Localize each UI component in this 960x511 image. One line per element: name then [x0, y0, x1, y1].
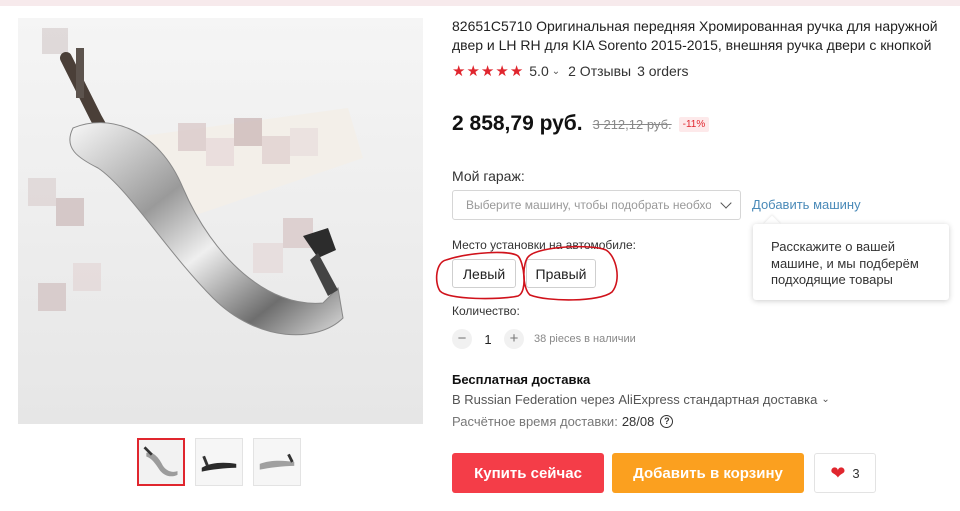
discount-badge: -11% — [678, 116, 710, 132]
option-left-button[interactable]: Левый — [452, 259, 516, 288]
thumbnail-1[interactable] — [137, 438, 185, 486]
thumbnail-2[interactable] — [195, 438, 243, 486]
orders-count: 3 orders — [637, 63, 689, 79]
increase-button[interactable]: + — [504, 329, 524, 349]
shipping-route[interactable]: В Russian Federation через AliExpress ст… — [452, 392, 830, 407]
garage-label: Мой гараж: — [452, 168, 525, 184]
decrease-button[interactable]: − — [452, 329, 472, 349]
star-icon: ★ — [452, 62, 466, 80]
thumbnail-3[interactable] — [253, 438, 301, 486]
rating-stars: ★ ★ ★ ★ ★ — [452, 64, 523, 79]
delivery-time: Расчётное время доставки: 28/08 ? — [452, 414, 674, 429]
garage-select[interactable]: Выберите машину, чтобы подобрать необход — [452, 190, 741, 220]
buy-now-button[interactable]: Купить сейчас — [452, 453, 604, 493]
star-icon: ★ — [509, 62, 524, 80]
shipping-title: Бесплатная доставка — [452, 372, 591, 387]
product-main-image[interactable] — [18, 18, 423, 424]
garage-select-placeholder: Выберите машину, чтобы подобрать необход — [466, 198, 711, 212]
quantity-stepper: − 1 + 38 pieces в наличии — [452, 328, 636, 350]
question-circle-icon[interactable]: ? — [660, 415, 674, 428]
delivery-time-label: Расчётное время доставки: — [452, 414, 618, 429]
wishlist-count: 3 — [852, 465, 860, 481]
old-price: 3 212,12 руб. — [592, 116, 672, 132]
reviews-link[interactable]: 2 Отзывы — [568, 63, 631, 79]
add-to-cart-button[interactable]: Добавить в корзину — [612, 453, 804, 493]
top-strip — [0, 0, 960, 6]
price-row: 2 858,79 руб. 3 212,12 руб. -11% — [452, 112, 710, 136]
quantity-value[interactable]: 1 — [472, 332, 504, 347]
rating-row: ★ ★ ★ ★ ★ 5.0 ⌄ 2 Отзывы 3 orders — [452, 62, 688, 80]
add-car-link[interactable]: Добавить машину — [752, 197, 861, 212]
garage-tooltip: Расскажите о вашей машине, и мы подберём… — [753, 224, 949, 300]
current-price: 2 858,79 руб. — [452, 112, 583, 135]
shipping-route-text: В Russian Federation через AliExpress ст… — [452, 392, 818, 407]
star-icon: ★ — [466, 62, 480, 80]
wishlist-button[interactable]: ❤ 3 — [814, 453, 876, 493]
stock-count: 38 pieces в наличии — [534, 333, 636, 345]
thumbnail-strip — [137, 438, 301, 486]
star-icon: ★ — [495, 62, 509, 80]
rating-value[interactable]: 5.0 — [529, 63, 548, 79]
chevron-down-icon[interactable]: ⌄ — [552, 66, 560, 77]
delivery-time-value: 28/08 — [621, 414, 655, 429]
chevron-down-icon — [720, 197, 732, 209]
heart-icon: ❤ — [830, 463, 846, 483]
install-position-label: Место установки на автомобиле: — [452, 238, 637, 252]
chevron-down-icon[interactable]: ⌄ — [821, 394, 829, 405]
quantity-label: Количество: — [452, 304, 520, 318]
star-icon: ★ — [480, 62, 495, 80]
option-right-button[interactable]: Правый — [526, 259, 596, 288]
product-title: 82651C5710 Оригинальная передняя Хромиро… — [452, 18, 938, 53]
